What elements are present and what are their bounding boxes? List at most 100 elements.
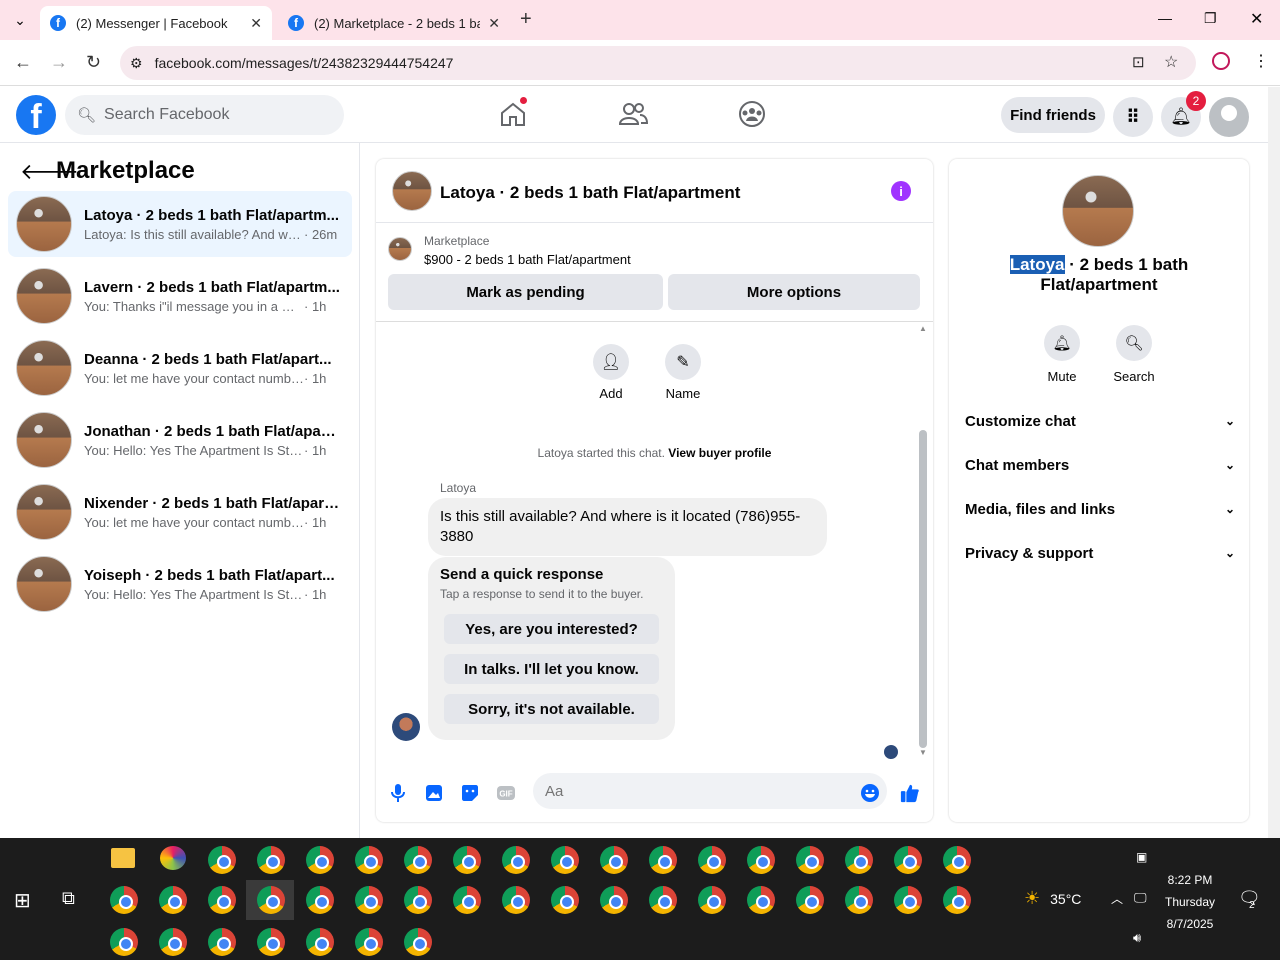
chrome-profile-icon[interactable]: [257, 846, 285, 874]
account-button[interactable]: [1209, 97, 1249, 137]
chrome-profile-icon[interactable]: [649, 886, 677, 914]
customize-chat-section[interactable]: Customize chat ⌄: [965, 409, 1235, 433]
message-bubble[interactable]: Is this still available? And where is it…: [428, 498, 827, 556]
notifications-button[interactable]: 🔔︎ 2: [1161, 91, 1206, 137]
chrome-profile-icon[interactable]: [404, 846, 432, 874]
add-people-button[interactable]: 👤︎ Add: [581, 344, 641, 401]
menu-kebab-icon[interactable]: ⋮: [1253, 51, 1269, 71]
quick-reply-button[interactable]: Yes, are you interested?: [444, 614, 659, 644]
chrome-profile-icon[interactable]: [943, 846, 971, 874]
tab-marketplace[interactable]: f (2) Marketplace - 2 beds 1 bath ✕: [278, 6, 510, 40]
restore-button[interactable]: ❐: [1204, 10, 1217, 27]
file-explorer-icon[interactable]: [111, 848, 135, 868]
chrome-profile-icon[interactable]: [306, 928, 334, 956]
chat-members-section[interactable]: Chat members ⌄: [965, 453, 1235, 477]
meet-now-icon[interactable]: ▣: [1136, 850, 1147, 864]
chrome-profile-icon[interactable]: [502, 846, 530, 874]
conversation-item[interactable]: Lavern · 2 beds 1 bath Flat/apartm... Yo…: [8, 263, 352, 329]
thumbs-up-icon[interactable]: [900, 783, 920, 803]
forward-icon[interactable]: →: [50, 52, 68, 73]
view-buyer-profile-link[interactable]: View buyer profile: [668, 446, 771, 460]
chrome-profile-icon[interactable]: [845, 886, 873, 914]
conversation-item[interactable]: Nixender · 2 beds 1 bath Flat/apart... Y…: [8, 479, 352, 545]
chrome-profile-icon[interactable]: [355, 928, 383, 956]
sticker-icon[interactable]: [460, 783, 480, 803]
chrome-profile-icon[interactable]: [110, 928, 138, 956]
chrome-profile-icon[interactable]: [698, 886, 726, 914]
chrome-profile-icon[interactable]: [355, 846, 383, 874]
chrome-profile-icon[interactable]: [894, 886, 922, 914]
chrome-profile-icon[interactable]: [894, 846, 922, 874]
tab-messenger[interactable]: f (2) Messenger | Facebook ✕: [40, 6, 272, 40]
groups-nav[interactable]: [737, 99, 767, 129]
chrome-profile-icon[interactable]: [453, 846, 481, 874]
chrome-profile-icon[interactable]: [257, 886, 285, 914]
chrome-profile-icon[interactable]: [208, 886, 236, 914]
chrome-profile-icon[interactable]: [257, 928, 285, 956]
buyer-avatar[interactable]: [392, 713, 420, 741]
mark-pending-button[interactable]: Mark as pending: [388, 274, 663, 310]
chrome-profile-icon[interactable]: [943, 886, 971, 914]
bookmark-star-icon[interactable]: ☆: [1164, 52, 1178, 72]
conversation-item[interactable]: Yoiseph · 2 beds 1 bath Flat/apart... Yo…: [8, 551, 352, 617]
chrome-profile-icon[interactable]: [649, 846, 677, 874]
chrome-profile-icon[interactable]: [796, 846, 824, 874]
quick-reply-button[interactable]: In talks. I'll let you know.: [444, 654, 659, 684]
chrome-profile-icon[interactable]: [159, 886, 187, 914]
chrome-profile-icon[interactable]: [453, 886, 481, 914]
chat-title[interactable]: Latoya · 2 beds 1 bath Flat/apartment: [440, 183, 740, 203]
new-tab-button[interactable]: +: [520, 8, 532, 31]
chrome-profile-icon[interactable]: [110, 886, 138, 914]
search-box[interactable]: 🔍︎ Search Facebook: [65, 95, 344, 135]
install-app-icon[interactable]: ⊡: [1132, 53, 1145, 71]
chrome-profile-icon[interactable]: [355, 886, 383, 914]
friends-nav[interactable]: [618, 99, 648, 129]
chrome-profile-icon[interactable]: [159, 928, 187, 956]
chrome-profile-icon[interactable]: [747, 886, 775, 914]
address-bar[interactable]: ⚙ facebook.com/messages/t/24382329444754…: [120, 46, 1196, 80]
chrome-profile-icon[interactable]: [551, 846, 579, 874]
minimize-button[interactable]: —: [1158, 10, 1172, 26]
page-scrollbar[interactable]: [1268, 87, 1280, 838]
scroll-up-icon[interactable]: ▲: [919, 324, 927, 333]
back-icon[interactable]: ←: [14, 52, 32, 73]
chrome-profile-icon[interactable]: [306, 886, 334, 914]
conversation-item[interactable]: Deanna · 2 beds 1 bath Flat/apart... You…: [8, 335, 352, 401]
name-chat-button[interactable]: ✎ Name: [653, 344, 713, 401]
chrome-profile-icon[interactable]: [600, 846, 628, 874]
chrome-profile-icon[interactable]: [845, 846, 873, 874]
chrome-profile-icon[interactable]: [747, 846, 775, 874]
listing-photo[interactable]: [1062, 175, 1134, 247]
thread-scrollbar[interactable]: [919, 430, 927, 748]
find-friends-button[interactable]: Find friends: [1001, 97, 1105, 133]
chrome-profile-icon[interactable]: [404, 928, 432, 956]
info-icon[interactable]: i: [891, 181, 911, 201]
tab-search-button[interactable]: ⌄: [10, 10, 30, 30]
chrome-profile-icon[interactable]: [796, 886, 824, 914]
menu-button[interactable]: ⠿: [1113, 97, 1153, 137]
listing-thumbnail[interactable]: [392, 171, 432, 211]
tray-expand-icon[interactable]: ︿: [1111, 890, 1123, 907]
chrome-profile-icon[interactable]: [698, 846, 726, 874]
conversation-item[interactable]: Jonathan · 2 beds 1 bath Flat/apart... Y…: [8, 407, 352, 473]
chrome-profile-icon[interactable]: [502, 886, 530, 914]
network-icon[interactable]: 🖵︎: [1134, 890, 1147, 906]
task-view-icon[interactable]: ⧉: [62, 888, 75, 909]
chrome-profile-icon[interactable]: [551, 886, 579, 914]
chrome-profile-icon[interactable]: [208, 928, 236, 956]
close-window-button[interactable]: ✕: [1250, 9, 1263, 29]
gif-icon[interactable]: GIF: [496, 783, 516, 803]
reload-icon[interactable]: ↻: [86, 52, 101, 73]
close-icon[interactable]: ✕: [250, 15, 262, 32]
emoji-icon[interactable]: [860, 783, 880, 803]
weather-widget[interactable]: ☀ 35°C: [1024, 888, 1081, 909]
home-nav[interactable]: [498, 97, 528, 129]
message-input[interactable]: [533, 773, 887, 809]
windows-start-icon[interactable]: ⊞: [14, 888, 31, 913]
scroll-down-icon[interactable]: ▼: [919, 748, 927, 757]
search-in-chat-button[interactable]: 🔍︎ Search: [1104, 325, 1164, 384]
conversation-item[interactable]: Latoya · 2 beds 1 bath Flat/apartm... La…: [8, 191, 352, 257]
paint-app-icon[interactable]: [160, 846, 186, 870]
facebook-logo[interactable]: f: [16, 95, 56, 135]
mute-button[interactable]: 🔔︎ Mute: [1032, 325, 1092, 384]
